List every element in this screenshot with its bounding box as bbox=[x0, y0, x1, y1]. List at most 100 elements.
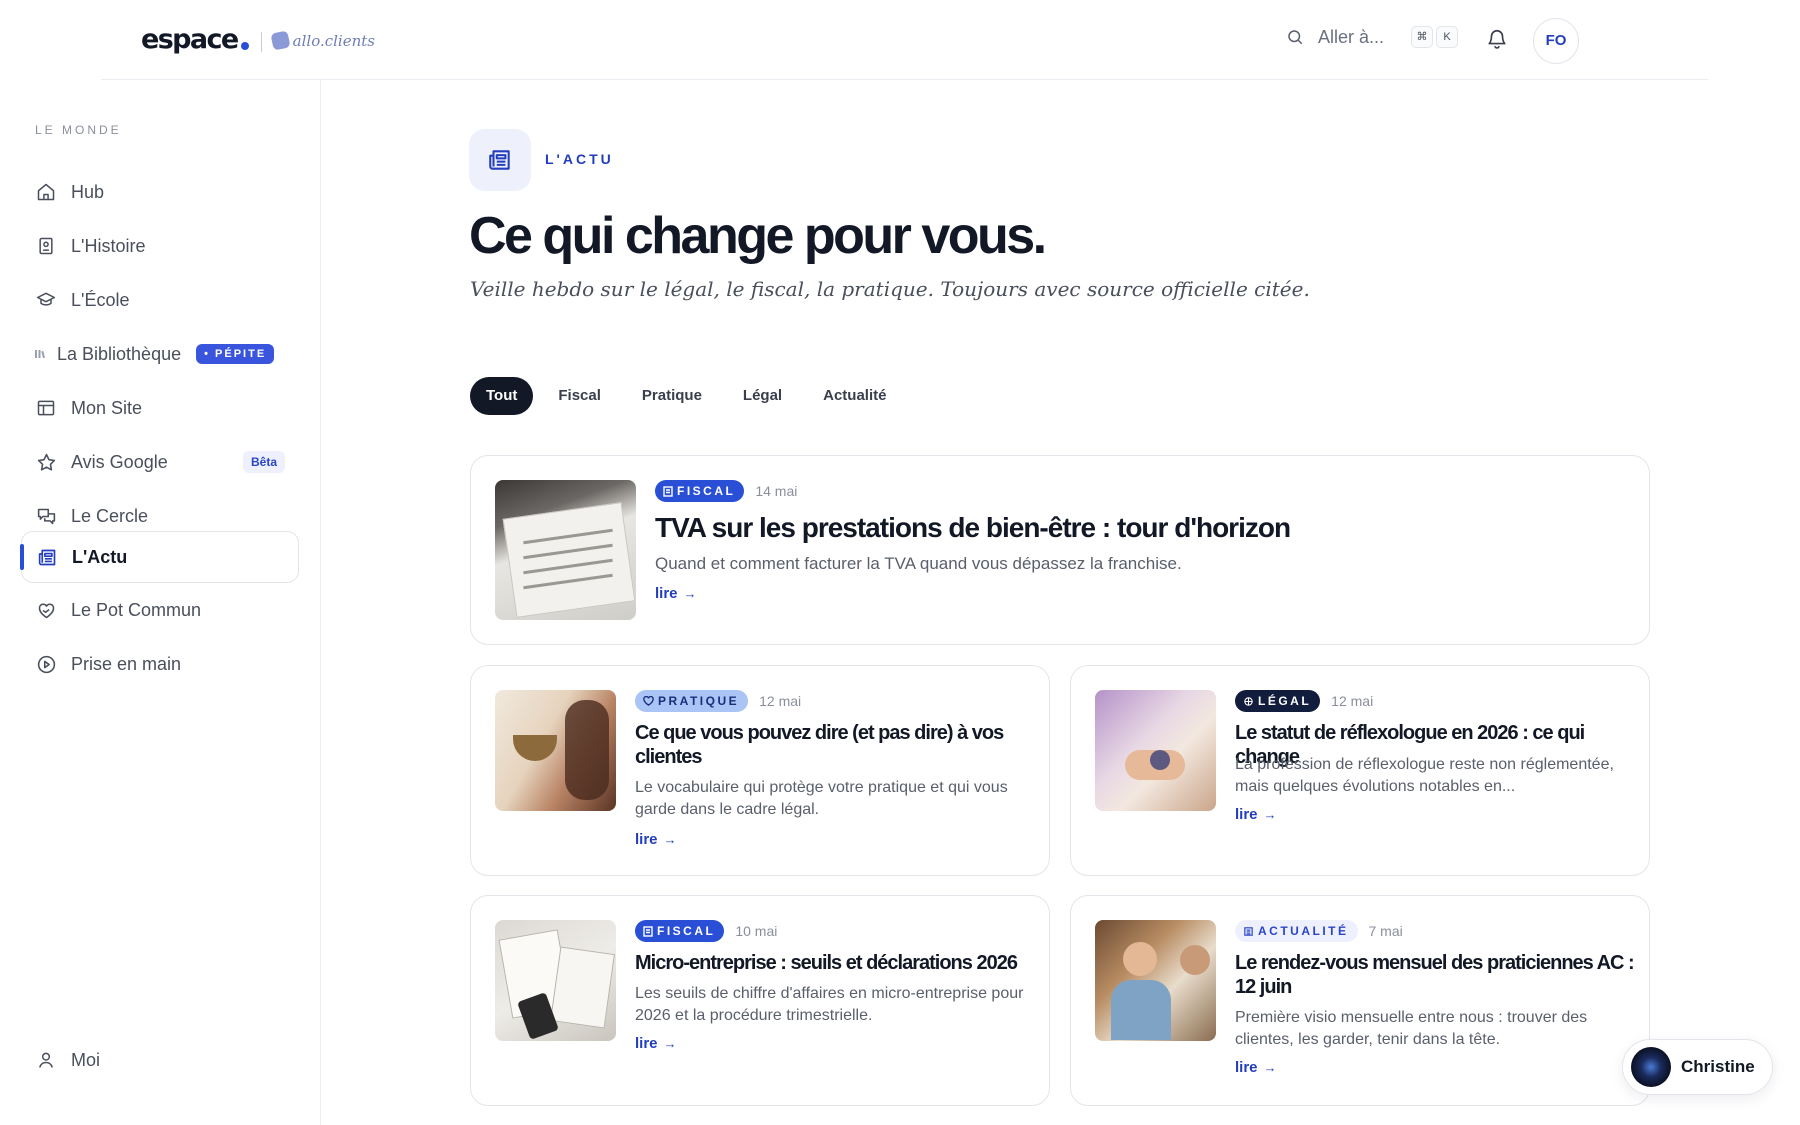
layout-icon bbox=[35, 397, 57, 419]
chat-icon bbox=[35, 505, 57, 527]
graduation-cap-icon bbox=[35, 289, 57, 311]
read-link[interactable]: lire → bbox=[635, 831, 677, 848]
article-meta: FISCAL 14 mai bbox=[655, 480, 797, 502]
library-icon bbox=[35, 343, 45, 365]
newspaper-icon bbox=[36, 546, 58, 568]
article-card[interactable]: FISCAL 10 mai Micro-entreprise : seuils … bbox=[470, 895, 1050, 1106]
sidebar-item-label: Mon Site bbox=[71, 397, 143, 418]
search-placeholder: Aller à... bbox=[1318, 26, 1385, 47]
article-date: 7 mai bbox=[1368, 923, 1403, 939]
sidebar-item-moi[interactable]: Moi bbox=[21, 1035, 299, 1085]
pepite-badge-text: PÉPITE bbox=[215, 348, 267, 360]
sidebar-item-pot-commun[interactable]: Le Pot Commun bbox=[21, 585, 299, 635]
search-icon bbox=[1288, 30, 1303, 45]
article-card[interactable]: PRATIQUE 12 mai Ce que vous pouvez dire … bbox=[470, 665, 1050, 876]
logo-main-text: espace bbox=[141, 24, 239, 55]
user-avatar[interactable]: FO bbox=[1533, 18, 1579, 64]
tag-actualite: ACTUALITÉ bbox=[1235, 920, 1358, 942]
logo-dot bbox=[240, 41, 249, 50]
filter-tabs: Tout Fiscal Pratique Légal Actualité bbox=[470, 377, 911, 415]
sidebar-item-avis-google[interactable]: Avis Google Bêta bbox=[21, 437, 299, 487]
logo[interactable]: espace allo.clients bbox=[141, 24, 375, 55]
sidebar: LE MONDE Hub L'Histoire L'École La Bibli… bbox=[0, 80, 321, 1125]
tag-fiscal: FISCAL bbox=[635, 920, 725, 942]
article-thumbnail bbox=[495, 480, 636, 620]
read-link-text: lire bbox=[655, 585, 678, 602]
read-link-text: lire bbox=[635, 1035, 658, 1052]
article-meta: LÉGAL 12 mai bbox=[1235, 690, 1373, 712]
article-description: Quand et comment facturer la TVA quand v… bbox=[655, 554, 1182, 573]
article-card-featured[interactable]: FISCAL 14 mai TVA sur les prestations de… bbox=[470, 455, 1650, 645]
arrow-right-icon: → bbox=[1263, 807, 1277, 822]
article-description: Le vocabulaire qui protège votre pratiqu… bbox=[635, 779, 1008, 818]
tag-text: LÉGAL bbox=[1258, 694, 1312, 708]
article-date: 12 mai bbox=[759, 693, 802, 709]
filter-legal[interactable]: Légal bbox=[727, 377, 798, 415]
notifications-button[interactable] bbox=[1486, 27, 1508, 56]
sidebar-item-histoire[interactable]: L'Histoire bbox=[21, 221, 299, 271]
assistant-chat-button[interactable]: Christine bbox=[1622, 1039, 1773, 1095]
sidebar-item-label: Avis Google bbox=[71, 451, 168, 472]
sidebar-item-label: Le Pot Commun bbox=[71, 599, 202, 620]
book-icon bbox=[35, 235, 57, 257]
arrow-right-icon: → bbox=[663, 1036, 677, 1051]
article-meta: ACTUALITÉ 7 mai bbox=[1235, 920, 1403, 942]
filter-fiscal[interactable]: Fiscal bbox=[542, 377, 617, 415]
article-title[interactable]: Micro-entreprise : seuils et déclaration… bbox=[635, 951, 1035, 975]
article-thumbnail bbox=[495, 690, 616, 811]
sidebar-item-mon-site[interactable]: Mon Site bbox=[21, 383, 299, 433]
tag-legal: LÉGAL bbox=[1235, 690, 1321, 712]
assistant-avatar bbox=[1631, 1047, 1671, 1087]
sidebar-item-prise-en-main[interactable]: Prise en main bbox=[21, 639, 299, 689]
receipt-icon bbox=[663, 485, 673, 497]
filter-pratique[interactable]: Pratique bbox=[626, 377, 718, 415]
sidebar-item-hub[interactable]: Hub bbox=[21, 167, 299, 217]
read-link[interactable]: lire → bbox=[1235, 1059, 1277, 1076]
article-description: La profession de réflexologue reste non … bbox=[1235, 756, 1614, 795]
sidebar-item-label: L'École bbox=[71, 289, 130, 310]
article-card[interactable]: LÉGAL 12 mai Le statut de réflexologue e… bbox=[1070, 665, 1650, 876]
article-date: 10 mai bbox=[735, 923, 778, 939]
read-link-text: lire bbox=[635, 831, 658, 848]
sidebar-item-label: Le Cercle bbox=[71, 505, 149, 526]
article-description: Première visio mensuelle entre nous : tr… bbox=[1235, 1009, 1588, 1048]
home-icon bbox=[35, 181, 57, 203]
user-icon bbox=[35, 1049, 57, 1071]
article-title[interactable]: TVA sur les prestations de bien-être : t… bbox=[655, 511, 1615, 545]
sidebar-item-ecole[interactable]: L'École bbox=[21, 275, 299, 325]
heart-hand-icon bbox=[35, 599, 57, 621]
article-title[interactable]: Ce que vous pouvez dire (et pas dire) à … bbox=[635, 721, 1015, 769]
tag-text: PRATIQUE bbox=[658, 694, 740, 708]
sidebar-item-label: Moi bbox=[71, 1049, 101, 1070]
tag-fiscal: FISCAL bbox=[655, 480, 745, 502]
read-link-text: lire bbox=[1235, 806, 1258, 823]
search-trigger[interactable]: Aller à... ⌘ K bbox=[1286, 26, 1459, 48]
sidebar-item-label: L'Actu bbox=[72, 546, 128, 567]
sidebar-item-actu[interactable]: L'Actu bbox=[20, 531, 299, 583]
article-thumbnail bbox=[1095, 920, 1216, 1041]
filter-tout[interactable]: Tout bbox=[470, 377, 534, 415]
kbd-k: K bbox=[1436, 26, 1459, 48]
read-link[interactable]: lire → bbox=[1235, 806, 1277, 823]
actu-hero-icon bbox=[469, 129, 531, 191]
sidebar-item-bibliotheque[interactable]: La Bibliothèque • PÉPITE bbox=[21, 329, 299, 379]
beta-badge: Bêta bbox=[242, 451, 285, 473]
read-link[interactable]: lire → bbox=[635, 1035, 677, 1052]
article-date: 14 mai bbox=[755, 483, 798, 499]
article-title[interactable]: Le rendez-vous mensuel des praticiennes … bbox=[1235, 951, 1635, 999]
filter-actualite[interactable]: Actualité bbox=[807, 377, 902, 415]
logo-divider bbox=[260, 31, 262, 52]
read-link[interactable]: lire → bbox=[655, 585, 697, 602]
heart-icon bbox=[643, 696, 654, 706]
arrow-right-icon: → bbox=[683, 586, 697, 601]
article-thumbnail bbox=[1095, 690, 1216, 811]
scale-icon bbox=[1243, 696, 1254, 707]
sidebar-heading: LE MONDE bbox=[35, 123, 122, 137]
read-link-text: lire bbox=[1235, 1059, 1258, 1076]
article-card[interactable]: ACTUALITÉ 7 mai Le rendez-vous mensuel d… bbox=[1070, 895, 1650, 1106]
article-meta: FISCAL 10 mai bbox=[635, 920, 777, 942]
article-description: Les seuils de chiffre d'affaires en micr… bbox=[635, 985, 1024, 1024]
tag-text: FISCAL bbox=[657, 924, 716, 938]
top-bar: espace allo.clients bbox=[101, 0, 1708, 80]
star-icon bbox=[35, 451, 57, 473]
